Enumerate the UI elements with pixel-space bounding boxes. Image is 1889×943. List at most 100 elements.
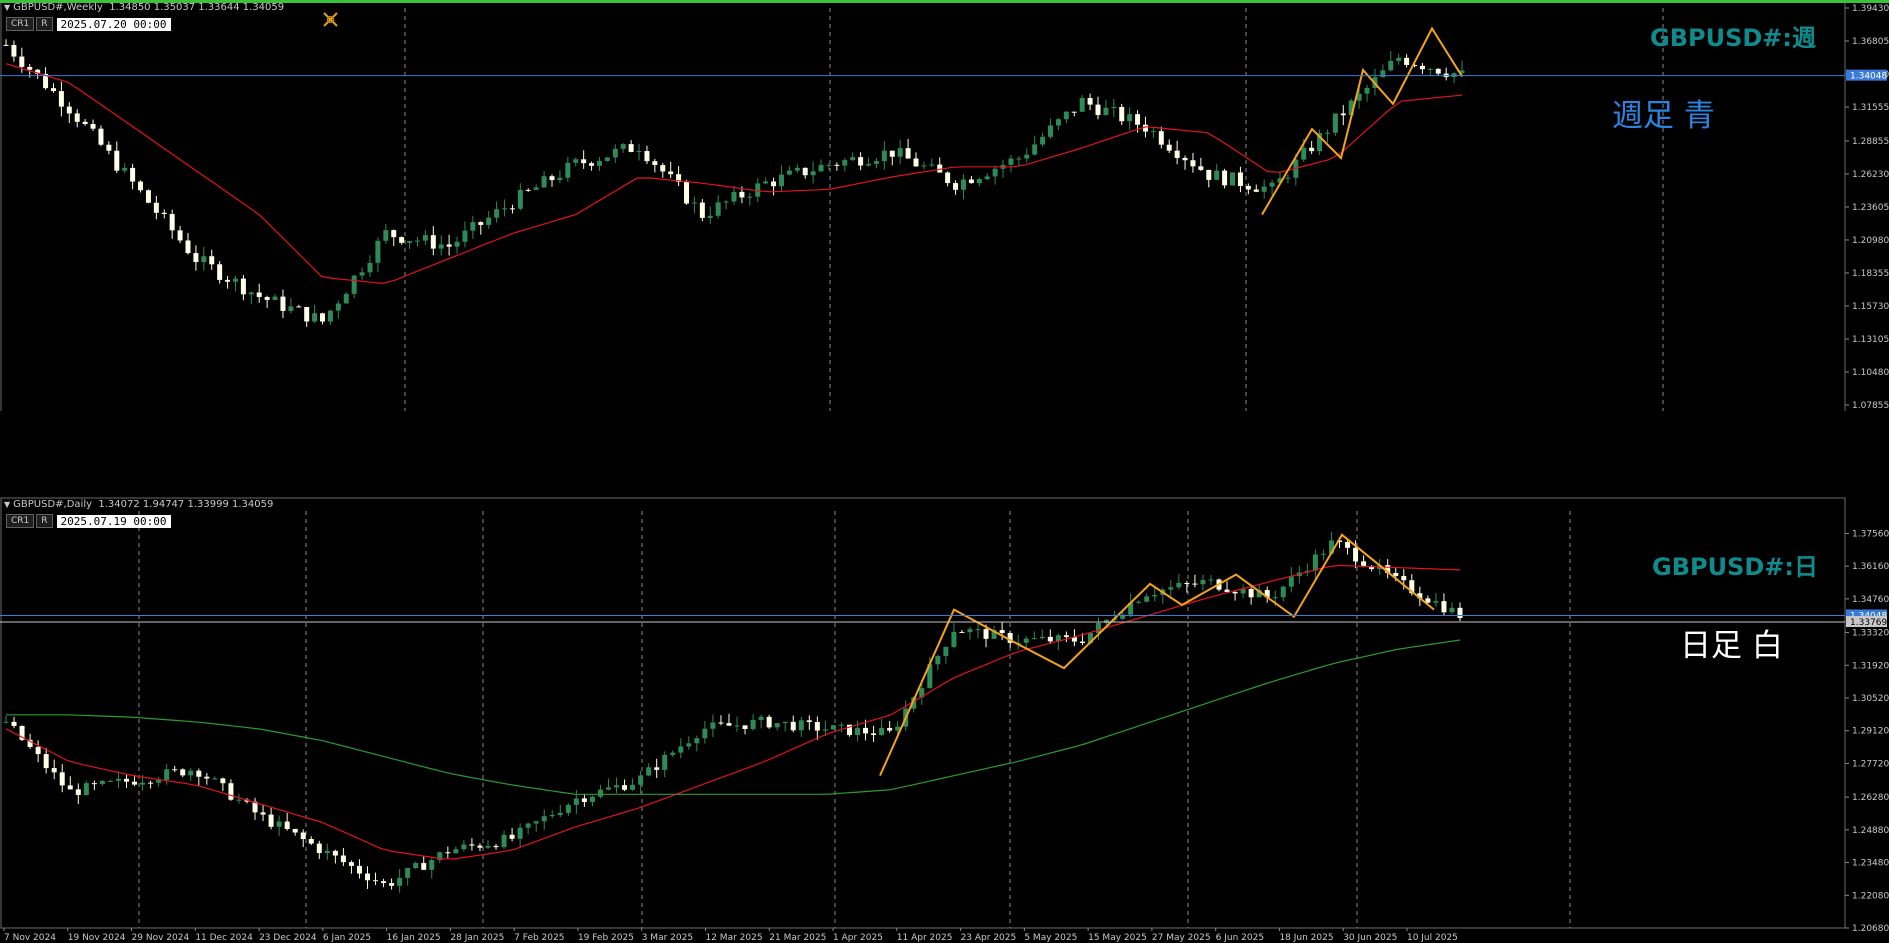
candle-bear — [1071, 111, 1077, 113]
daily-datetime-field[interactable]: 2025.07.19 00:00 — [56, 514, 171, 528]
candle-bear — [1063, 635, 1069, 637]
candle-bear — [204, 776, 210, 779]
candle-bull — [3, 721, 9, 723]
candle-bull — [838, 724, 844, 726]
candle-bear — [509, 208, 515, 210]
candle-bear — [1441, 601, 1447, 613]
candle-bear — [1182, 157, 1188, 161]
candle-bull — [1168, 587, 1174, 590]
daily-r-button[interactable]: R — [36, 514, 53, 528]
candle-bear — [1345, 542, 1351, 548]
candle-bear — [790, 721, 796, 731]
weekly-chart-pane[interactable]: 1.394301.368051.341801.315551.288551.262… — [0, 0, 1889, 411]
candle-bull — [842, 160, 848, 166]
candle-bull — [107, 780, 113, 782]
candle-bear — [389, 883, 395, 886]
candle-bull — [454, 241, 460, 247]
candle-bull — [397, 877, 403, 886]
candle-bear — [863, 727, 869, 734]
candle-bull — [935, 656, 941, 665]
candle-bull — [517, 827, 523, 839]
candle-bear — [983, 629, 989, 639]
candle-bear — [668, 171, 674, 175]
candle-bull — [614, 785, 620, 788]
candle-bull — [605, 787, 611, 790]
date-label: 7 Feb 2025 — [514, 933, 564, 943]
candle-bear — [340, 855, 346, 863]
daily-ma-red-line — [5, 564, 1461, 860]
candle-bear — [316, 843, 322, 854]
weekly-ohlc: 1.34850 1.35037 1.33644 1.34059 — [109, 2, 285, 13]
candle-bull — [462, 230, 468, 242]
price-label: 1.30520 — [1852, 694, 1889, 704]
weekly-r-button[interactable]: R — [36, 17, 53, 31]
candle-bull — [335, 303, 341, 311]
weekly-cr1-button[interactable]: CR1 — [6, 17, 35, 31]
date-label: 10 Jul 2025 — [1407, 933, 1458, 943]
candle-bull — [662, 754, 668, 770]
candle-bull — [686, 743, 692, 747]
candle-bull — [1230, 172, 1236, 186]
candle-bull — [272, 296, 278, 300]
candle-bear — [256, 292, 262, 297]
collapse-icon[interactable]: ▼ — [4, 3, 10, 12]
candle-bear — [739, 191, 745, 198]
weekly-chart-canvas[interactable]: 1.394301.368051.341801.315551.288551.262… — [0, 0, 1889, 411]
date-label: 15 May 2025 — [1088, 933, 1147, 943]
candle-bear — [959, 631, 965, 633]
candle-bull — [122, 167, 128, 171]
candle-bull — [525, 823, 531, 828]
price-label: 1.20680 — [1852, 924, 1889, 934]
candle-bull — [188, 770, 194, 776]
price-label: 1.28855 — [1852, 137, 1889, 147]
price-label: 1.23605 — [1852, 203, 1889, 213]
candle-bear — [660, 165, 666, 172]
daily-chart-pane[interactable]: 1.37560 1.36160 1.34760 1.33320 1.31920 1.305… — [0, 497, 1889, 943]
candle-bull — [646, 767, 652, 776]
crosshair-tool-icon[interactable] — [322, 11, 340, 29]
daily-title: GBPUSD#:日 — [1652, 553, 1818, 581]
candle-bull — [461, 844, 467, 850]
price-marker: 1.33769 — [1850, 618, 1887, 628]
price-label: 1.36805 — [1852, 37, 1889, 47]
daily-cr1-button[interactable]: CR1 — [6, 514, 35, 528]
candle-bear — [889, 150, 895, 157]
candle-bull — [1039, 636, 1045, 639]
candle-bull — [1008, 158, 1014, 165]
price-label: 1.26230 — [1852, 170, 1889, 180]
candle-bull — [1136, 601, 1142, 603]
date-label: 12 Mar 2025 — [705, 933, 762, 943]
candle-bear — [469, 844, 475, 846]
candle-bear — [59, 772, 65, 786]
daily-chart-canvas[interactable]: 1.37560 1.36160 1.34760 1.33320 1.31920 1.305… — [0, 497, 1889, 943]
candle-bull — [758, 716, 764, 720]
candle-bear — [180, 769, 186, 776]
candle-bear — [858, 157, 864, 166]
candle-bear — [581, 798, 587, 802]
candle-bull — [351, 275, 357, 294]
candle-bull — [573, 798, 579, 805]
candle-bull — [1032, 144, 1038, 155]
candle-bull — [1214, 170, 1220, 180]
candle-bull — [367, 262, 373, 273]
candle-bull — [951, 631, 957, 647]
candle-bear — [806, 720, 812, 723]
weekly-datetime-field[interactable]: 2025.07.20 00:00 — [56, 17, 171, 31]
collapse-icon[interactable]: ▼ — [4, 500, 10, 509]
candle-bear — [525, 189, 531, 191]
candle-bull — [414, 240, 420, 242]
candle-bear — [348, 862, 354, 866]
candle-bull — [453, 849, 459, 854]
candle-bear — [1340, 113, 1346, 116]
candle-bear — [91, 783, 97, 785]
candle-bear — [284, 821, 290, 829]
candle-bear — [320, 313, 326, 322]
candle-bear — [308, 839, 314, 844]
candle-bull — [375, 240, 381, 263]
candle-bull — [413, 863, 419, 869]
candle-bull — [866, 163, 872, 166]
candle-bear — [622, 785, 628, 790]
date-label: 19 Feb 2025 — [578, 933, 634, 943]
candle-bull — [1451, 73, 1457, 78]
candle-bear — [802, 167, 808, 176]
